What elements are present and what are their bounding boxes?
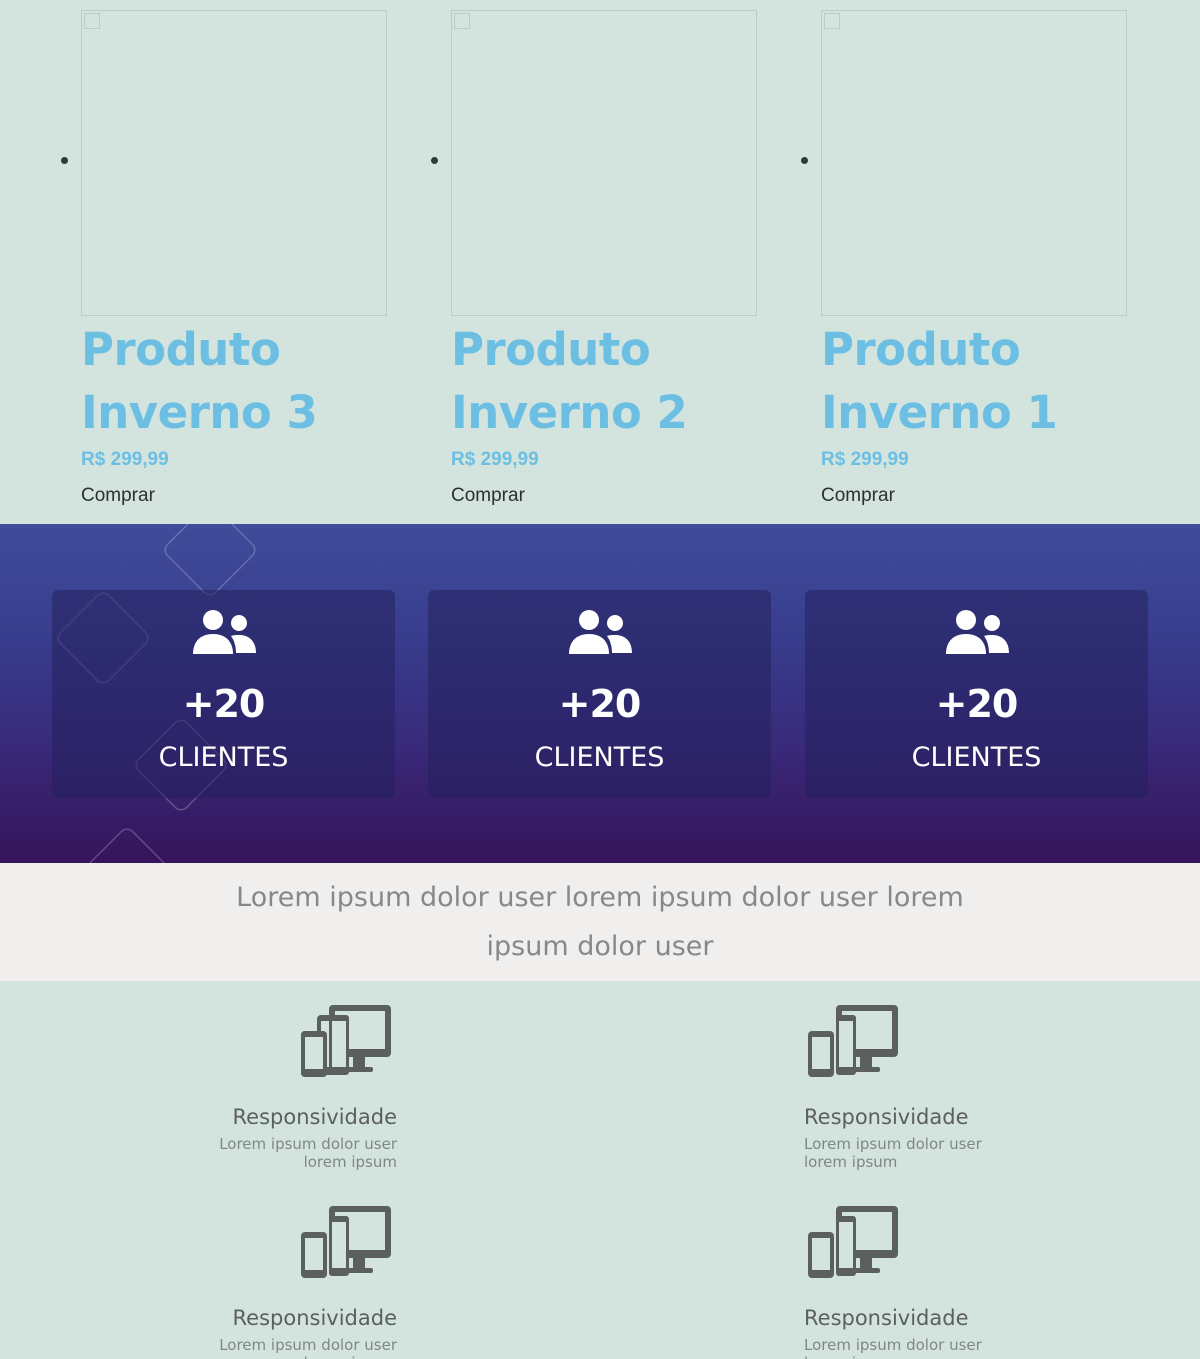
product-card: Produto Inverno 1 R$ 299,99 Comprar — [801, 0, 1141, 524]
product-price: R$ 299,99 — [81, 449, 169, 470]
feature-title: Responsividade — [804, 1306, 969, 1330]
stat-label: CLIENTES — [534, 742, 665, 773]
stat-value: +20 — [558, 682, 642, 726]
stat-label: CLIENTES — [911, 742, 1042, 773]
buy-link[interactable]: Comprar — [821, 485, 895, 507]
features-section: Responsividade Lorem ipsum dolor user lo… — [0, 981, 1200, 1359]
feature-item: Responsividade Lorem ipsum dolor user lo… — [804, 1182, 1044, 1359]
feature-item: Responsividade Lorem ipsum dolor user lo… — [157, 1182, 397, 1359]
stat-card: +20 CLIENTES — [428, 590, 771, 798]
product-price: R$ 299,99 — [451, 449, 539, 470]
feature-item: Responsividade Lorem ipsum dolor user lo… — [157, 981, 397, 1181]
buy-link[interactable]: Comprar — [451, 485, 525, 507]
devices-icon — [808, 1005, 898, 1077]
product-image[interactable] — [451, 10, 757, 316]
users-icon — [945, 610, 1009, 654]
buy-link[interactable]: Comprar — [81, 485, 155, 507]
stat-value: +20 — [935, 682, 1019, 726]
product-title[interactable]: Produto Inverno 3 — [81, 318, 401, 444]
feature-text: Lorem ipsum dolor user lorem ipsum — [219, 1135, 397, 1171]
feature-title: Responsividade — [232, 1105, 397, 1129]
broken-image-icon — [84, 13, 100, 29]
devices-icon — [301, 1206, 391, 1278]
stat-card: +20 CLIENTES — [52, 590, 395, 798]
products-section: Produto Inverno 3 R$ 299,99 Comprar Prod… — [0, 0, 1200, 524]
list-bullet — [801, 157, 808, 164]
intro-text: Lorem ipsum dolor user lorem ipsum dolor… — [236, 882, 964, 962]
devices-icon — [301, 1005, 391, 1077]
broken-image-icon — [824, 13, 840, 29]
list-bullet — [61, 157, 68, 164]
devices-icon — [808, 1206, 898, 1278]
product-title[interactable]: Produto Inverno 2 — [451, 318, 771, 444]
broken-image-icon — [454, 13, 470, 29]
list-bullet — [431, 157, 438, 164]
product-card: Produto Inverno 2 R$ 299,99 Comprar — [431, 0, 771, 524]
product-title[interactable]: Produto Inverno 1 — [821, 318, 1141, 444]
users-icon — [568, 610, 632, 654]
feature-text: Lorem ipsum dolor user lorem ipsum — [219, 1336, 397, 1359]
feature-text: Lorem ipsum dolor user lorem ipsum — [804, 1336, 982, 1359]
product-card: Produto Inverno 3 R$ 299,99 Comprar — [61, 0, 401, 524]
feature-item: Responsividade Lorem ipsum dolor user lo… — [804, 981, 1044, 1181]
feature-text: Lorem ipsum dolor user lorem ipsum — [804, 1135, 982, 1171]
feature-title: Responsividade — [804, 1105, 969, 1129]
stats-section: +20 CLIENTES +20 CLIENTES +20 CLIENTES — [0, 524, 1200, 863]
product-image[interactable] — [81, 10, 387, 316]
stat-label: CLIENTES — [158, 742, 289, 773]
stat-value: +20 — [182, 682, 266, 726]
intro-band: Lorem ipsum dolor user lorem ipsum dolor… — [0, 863, 1200, 981]
feature-title: Responsividade — [232, 1306, 397, 1330]
product-price: R$ 299,99 — [821, 449, 909, 470]
stat-card: +20 CLIENTES — [805, 590, 1148, 798]
product-image[interactable] — [821, 10, 1127, 316]
users-icon — [192, 610, 256, 654]
